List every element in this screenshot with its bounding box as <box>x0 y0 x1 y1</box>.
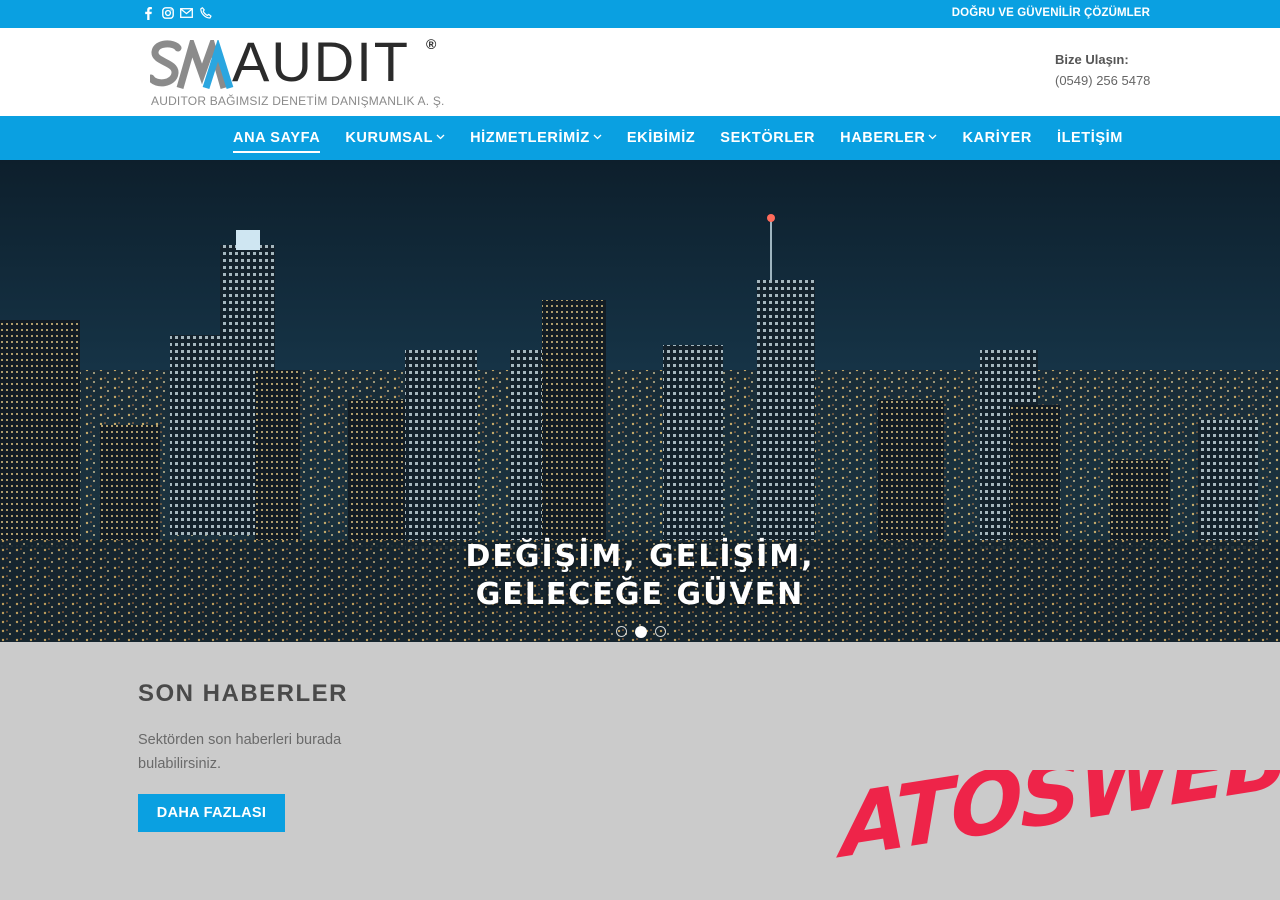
nav-item[interactable]: SEKTÖRLER <box>720 130 815 146</box>
slider-dots <box>616 626 666 638</box>
tagline: DOĞRU VE GÜVENİLİR ÇÖZÜMLER <box>951 7 1150 19</box>
chevron-down-icon <box>436 134 445 140</box>
top-bar: DOĞRU VE GÜVENİLİR ÇÖZÜMLER <box>0 0 1280 28</box>
nav-item-label: EKİBİMİZ <box>626 130 696 146</box>
chevron-down-icon <box>929 134 937 140</box>
registered-mark: ® <box>426 36 437 52</box>
instagram-icon[interactable] <box>161 5 174 21</box>
nav-item-label: İLETİŞİM <box>1056 130 1123 146</box>
slider-dot[interactable] <box>655 626 666 637</box>
hero-line-2: GELECEĞE GÜVEN <box>475 577 805 612</box>
logo-wordmark: AUDIT <box>232 30 410 93</box>
header-contact: Bize Ulaşın: (0549) 256 5478 <box>1055 52 1185 88</box>
watermark-text: ATOSWEB <box>840 770 1280 878</box>
nav-item-label: KARİYER <box>962 130 1032 146</box>
nav-item-label: ANA SAYFA <box>233 130 321 146</box>
contact-phone[interactable]: (0549) 256 5478 <box>1055 73 1185 88</box>
contact-label: Bize Ulaşın: <box>1055 52 1129 67</box>
logo-mark <box>150 40 234 90</box>
hero-headline: DEĞİŞİM, GELİŞİM, GELECEĞE GÜVEN <box>0 538 1280 614</box>
news-title: SON HABERLER <box>138 680 349 707</box>
nav-item[interactable]: HİZMETLERİMİZ <box>470 130 602 146</box>
nav-item-label: SEKTÖRLER <box>720 130 816 146</box>
nav-item-label: HABERLER <box>840 130 926 146</box>
nav-item[interactable]: KARİYER <box>962 130 1031 146</box>
nav-item[interactable]: HABERLER <box>840 130 937 146</box>
slider-dot[interactable] <box>635 626 647 638</box>
facebook-icon[interactable] <box>142 5 155 21</box>
watermark-logo: ATOSWEB <box>826 770 1280 900</box>
chevron-down-icon <box>593 134 602 140</box>
hero-slider: DEĞİŞİM, GELİŞİM, GELECEĞE GÜVEN <box>0 160 1280 642</box>
nav-item[interactable]: KURUMSAL <box>345 130 445 146</box>
nav-item[interactable]: EKİBİMİZ <box>627 130 695 146</box>
slider-dot[interactable] <box>616 626 627 637</box>
more-button[interactable]: DAHA FAZLASI <box>138 794 285 832</box>
logo-subtitle: AUDITOR BAĞIMSIZ DENETİM DANIŞMANLIK A. … <box>151 94 445 108</box>
mail-icon[interactable] <box>180 5 193 21</box>
nav-item[interactable]: İLETİŞİM <box>1057 130 1123 146</box>
news-description: Sektörden son haberleri burada bulabilir… <box>138 732 342 772</box>
nav-item-label: HİZMETLERİMİZ <box>470 130 590 146</box>
social-links <box>142 5 212 21</box>
phone-icon[interactable] <box>199 5 212 21</box>
site-header: AUDIT ® AUDITOR BAĞIMSIZ DENETİM DANIŞMA… <box>0 28 1280 116</box>
main-navigation: ANA SAYFA KURUMSAL HİZMETLERİMİZ EKİBİMİZ SE… <box>0 116 1280 160</box>
logo[interactable]: AUDIT ® AUDITOR BAĞIMSIZ DENETİM DANIŞMA… <box>150 32 450 108</box>
hero-line-1: DEĞİŞİM, GELİŞİM, <box>465 539 815 574</box>
nav-item-label: KURUMSAL <box>345 130 434 146</box>
nav-menu: ANA SAYFA KURUMSAL HİZMETLERİMİZ EKİBİMİZ SE… <box>233 116 1148 160</box>
nav-item[interactable]: ANA SAYFA <box>233 130 321 153</box>
